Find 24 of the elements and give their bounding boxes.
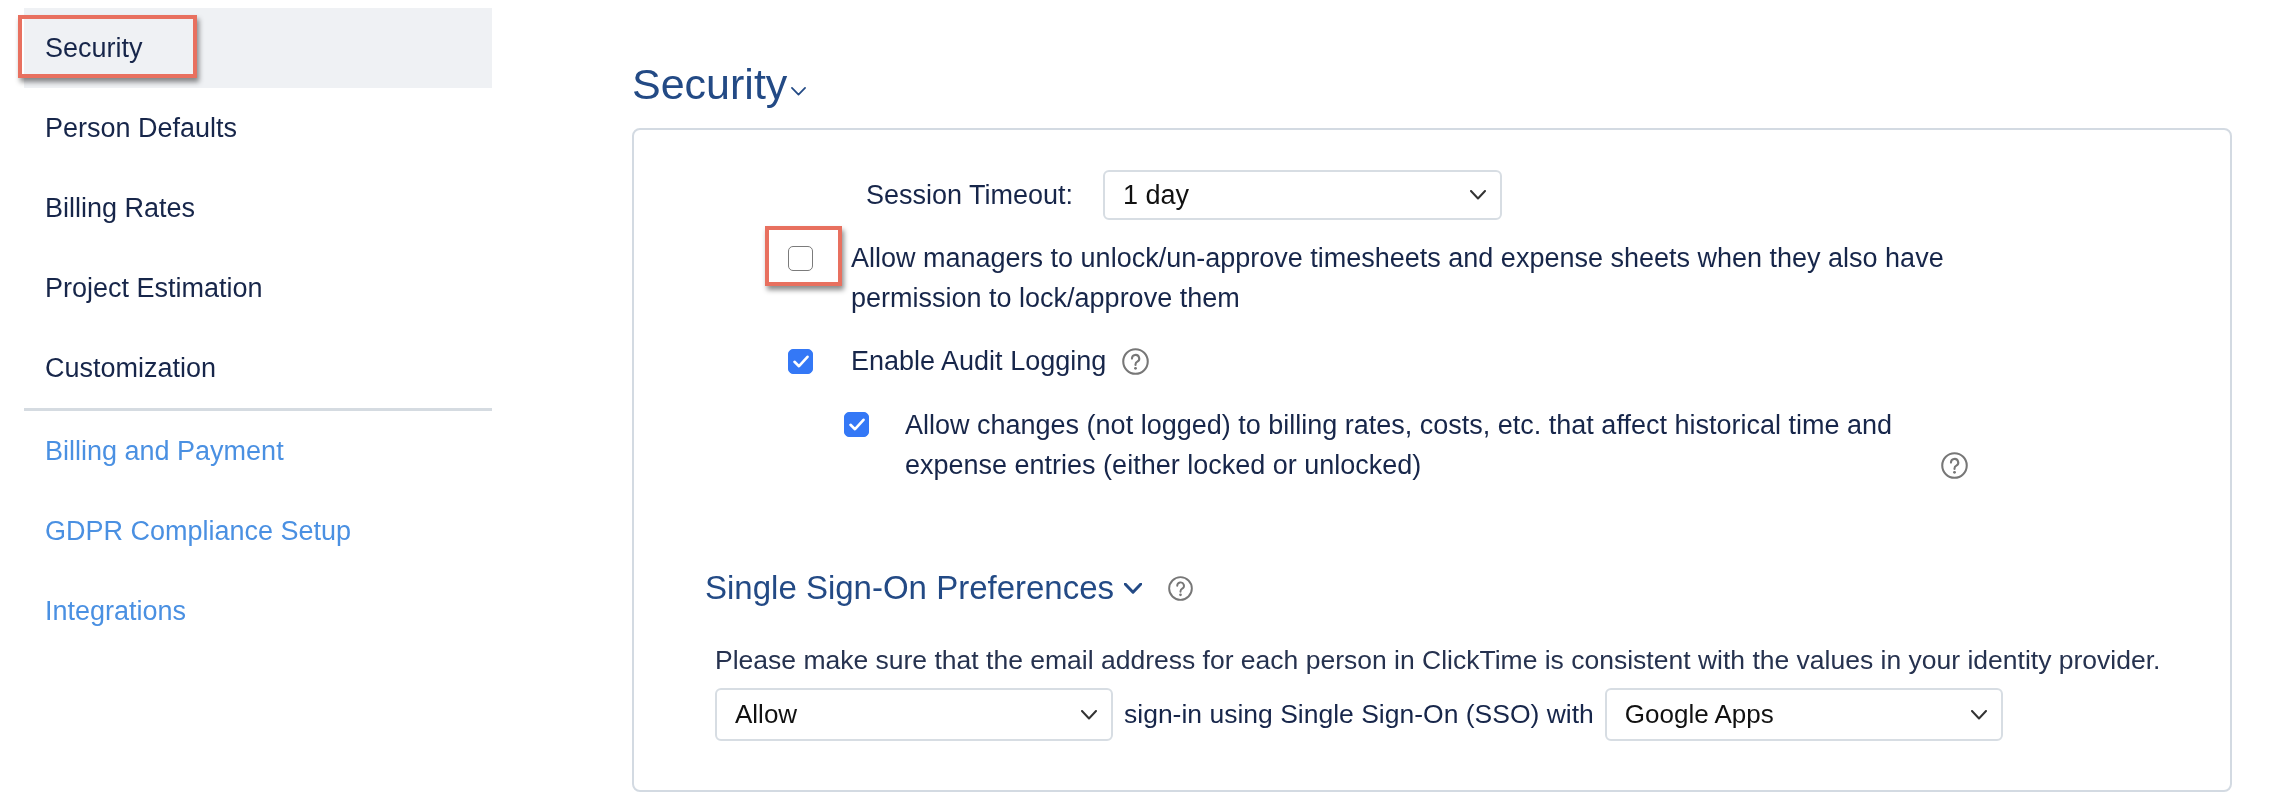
chevron-down-icon[interactable] bbox=[1124, 582, 1143, 594]
option-label: Allow managers to unlock/un-approve timesheets and expense sheets when they also have permission to lock/approve them bbox=[851, 242, 1945, 315]
option-label: Allow changes (not logged) to billing rates, costs, etc. that affect historical time and expense entries (either locked or unlocked) bbox=[905, 409, 1894, 482]
checkbox[interactable] bbox=[788, 246, 813, 271]
note-text: Please make sure that the email address for each person in ClickTime is consistent with the values in your identity provider. bbox=[715, 644, 2161, 677]
section-title: Single Sign-On Preferences bbox=[705, 568, 1115, 608]
connector-text: sign-in using Single Sign-On (SSO) with bbox=[1124, 699, 1594, 730]
chevron-down-icon[interactable] bbox=[1081, 709, 1097, 720]
checkmark-icon bbox=[848, 418, 865, 431]
help-icon[interactable] bbox=[1941, 452, 1968, 479]
chevron-down-icon[interactable] bbox=[1470, 190, 1486, 200]
field-label: Session Timeout: bbox=[865, 179, 1073, 210]
section-title: Security bbox=[632, 59, 788, 109]
checkmark-icon bbox=[792, 355, 809, 368]
checkbox[interactable] bbox=[844, 412, 869, 437]
help-icon[interactable] bbox=[1122, 348, 1150, 375]
sso-mode-select[interactable]: Allow bbox=[715, 688, 1113, 741]
chevron-down-icon[interactable] bbox=[1970, 709, 1987, 720]
timeout-select[interactable]: 1 day bbox=[1103, 170, 1502, 220]
help-icon[interactable] bbox=[1168, 575, 1194, 601]
sso-provider-select[interactable]: Google Apps bbox=[1604, 688, 2003, 741]
chevron-down-icon[interactable] bbox=[791, 86, 807, 96]
option-label: Enable Audit Logging bbox=[851, 345, 1107, 378]
checkbox[interactable] bbox=[788, 349, 813, 374]
